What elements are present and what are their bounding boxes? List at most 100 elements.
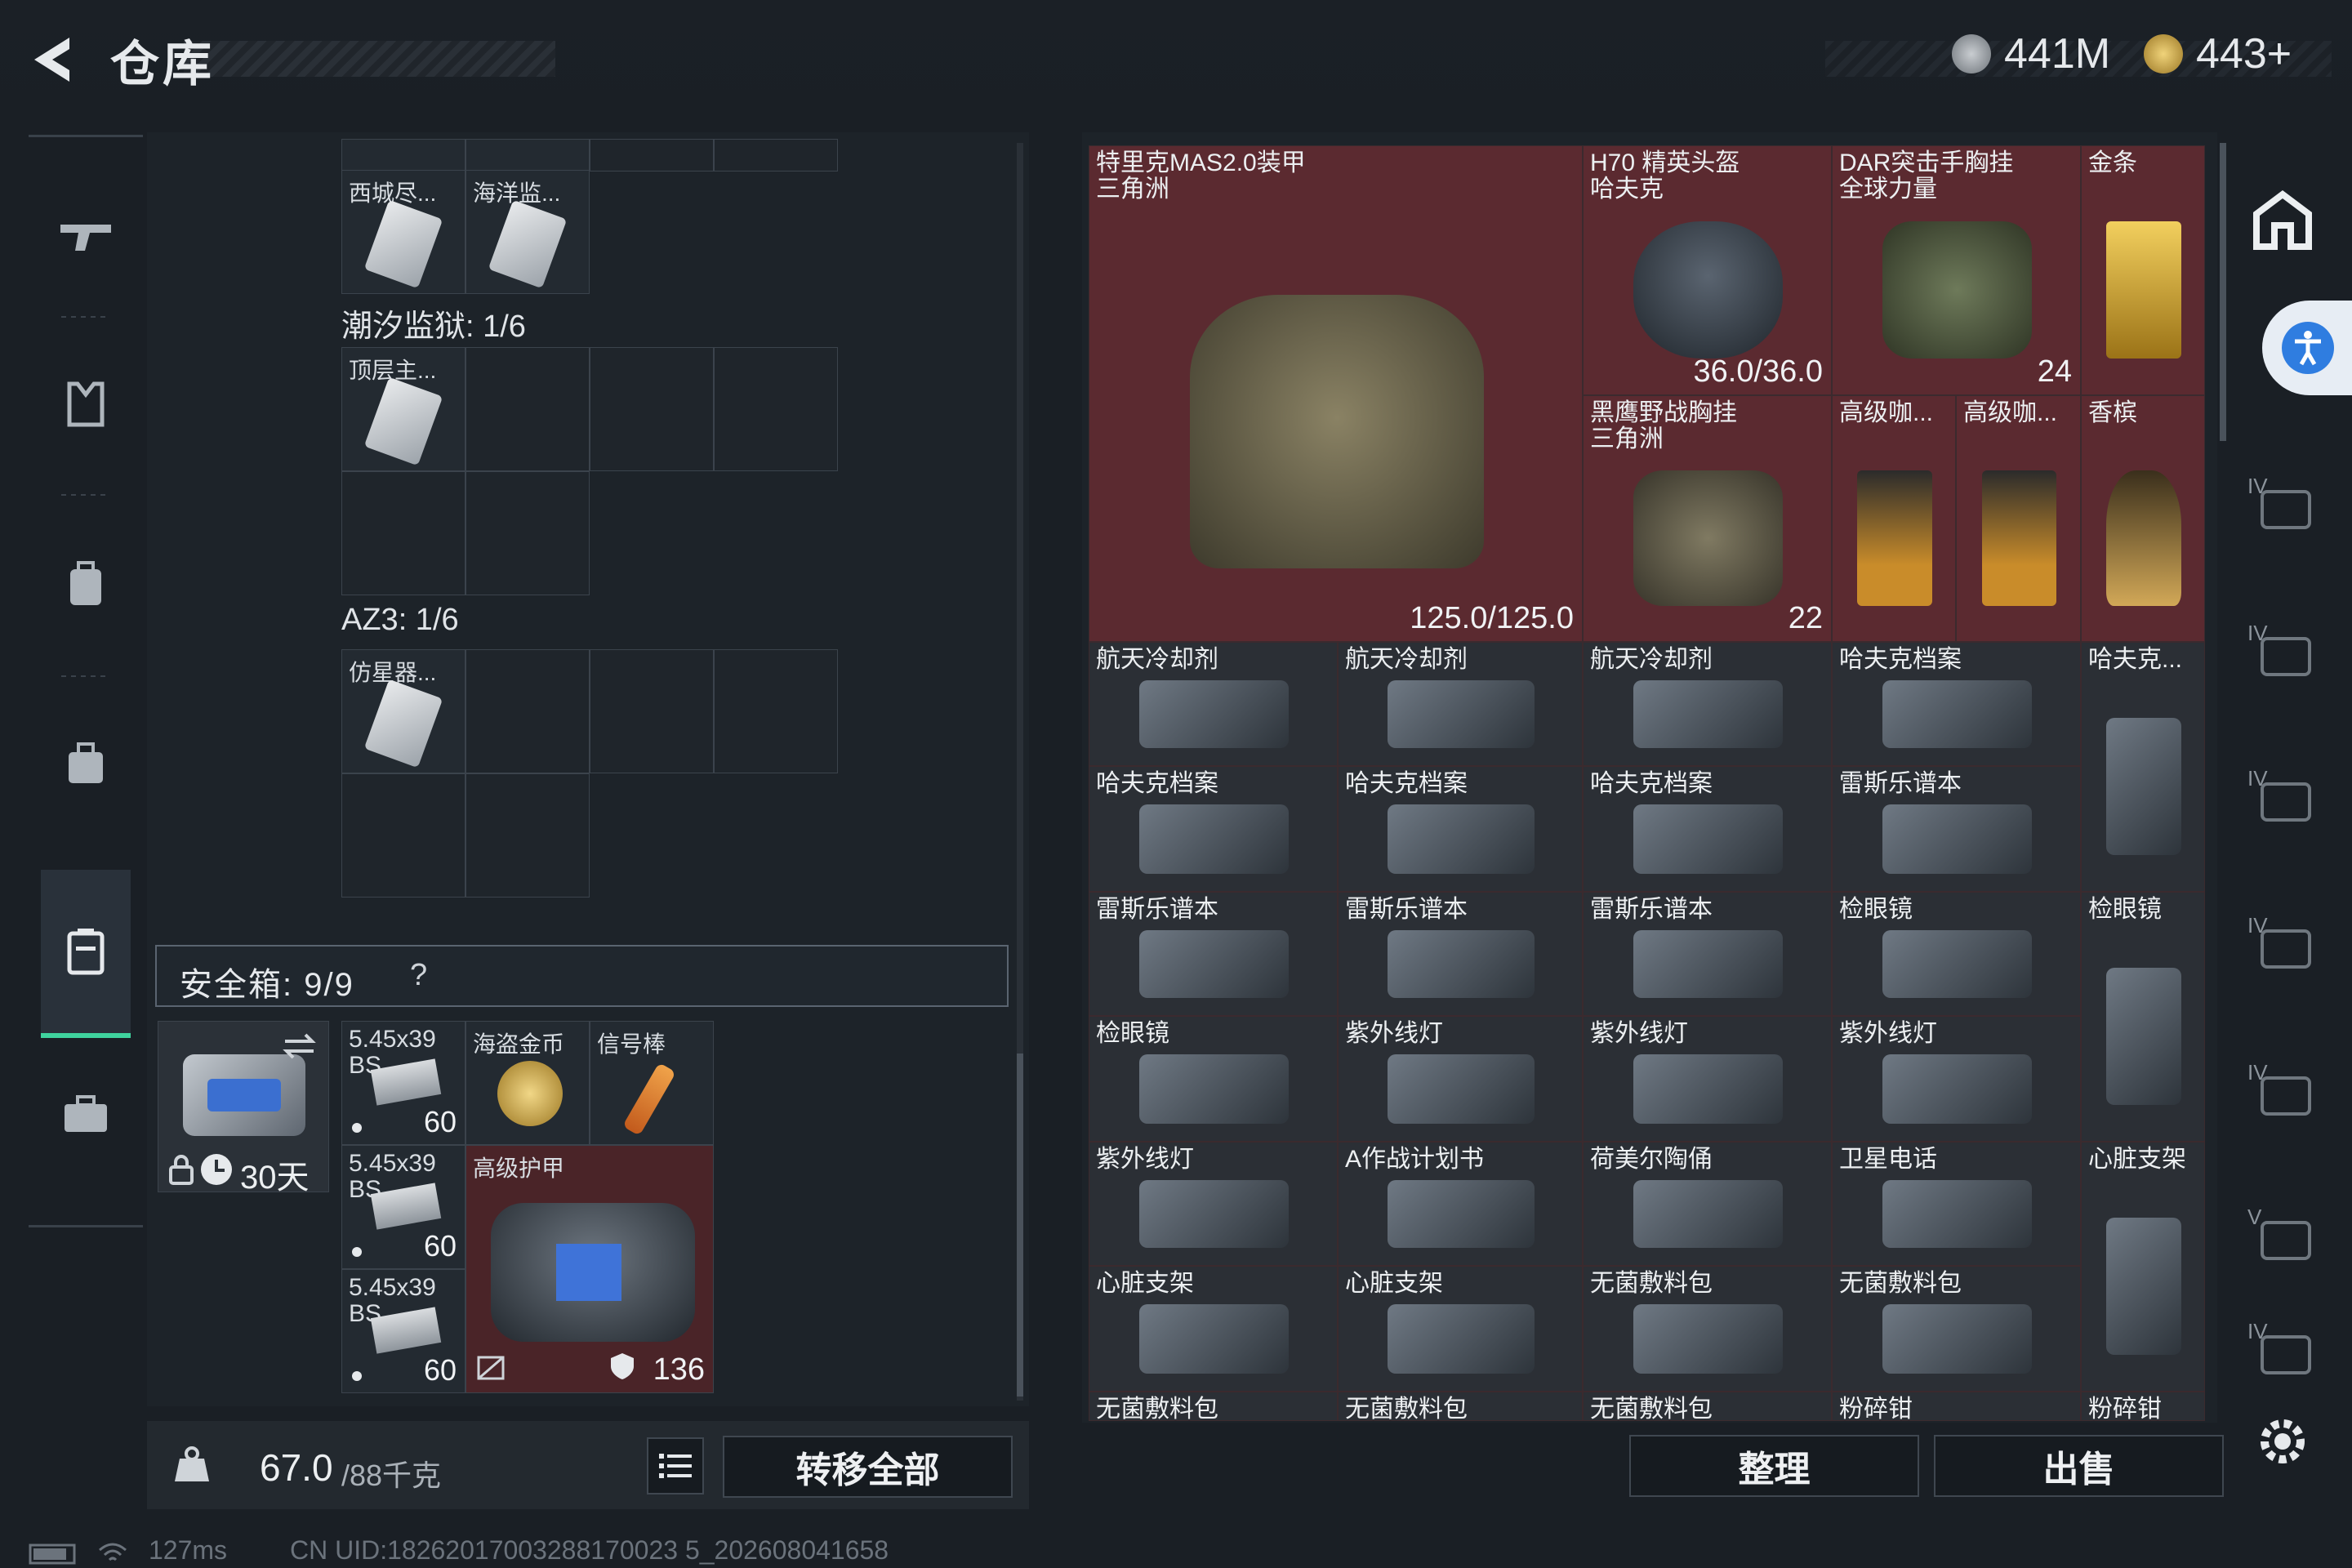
item-ammo[interactable]: 5.45x39 BS 60 xyxy=(341,1269,466,1393)
stash-item[interactable]: 检眼镜 xyxy=(2081,892,2205,1142)
grid-cell[interactable] xyxy=(590,649,714,773)
item-armor-bag[interactable]: 高级护甲 136 xyxy=(466,1145,714,1393)
stash-item[interactable]: 荷美尔陶俑 xyxy=(1583,1142,1832,1266)
stash-item[interactable]: 心脏支架 xyxy=(1338,1266,1583,1392)
stash-tab-tier[interactable]: IV xyxy=(2238,897,2328,995)
item-keycard[interactable]: 顶层主... xyxy=(341,347,466,471)
grid-cell[interactable] xyxy=(714,649,838,773)
stash-item[interactable]: 哈夫克档案 xyxy=(1583,766,1832,892)
stash-item[interactable]: 心脏支架 xyxy=(2081,1142,2205,1392)
shield-icon xyxy=(611,1353,634,1379)
stash-item[interactable]: 紫外线灯 xyxy=(1832,1016,2081,1142)
stash-item[interactable]: 卫星电话 xyxy=(1832,1142,2081,1266)
sidebar-item-bag[interactable] xyxy=(29,690,143,837)
container-scrollbar-thumb[interactable] xyxy=(1017,1054,1023,1396)
grid-cell[interactable] xyxy=(341,471,466,595)
stash-item[interactable]: 航天冷却剂 xyxy=(1089,642,1338,766)
sidebar-item-armor[interactable] xyxy=(29,335,143,474)
safebox-container[interactable]: 30天 xyxy=(158,1021,329,1192)
dot-icon xyxy=(352,1247,362,1257)
item-ammo[interactable]: 5.45x39 BS 60 xyxy=(341,1145,466,1269)
grid-cell[interactable] xyxy=(466,471,590,595)
stash-item[interactable]: 心脏支架 xyxy=(1089,1266,1338,1392)
grid-cell[interactable] xyxy=(714,347,838,471)
stash-item-label: 无菌敷料包 xyxy=(1590,1270,1713,1297)
stash-item[interactable]: 雷斯乐谱本 xyxy=(1089,892,1338,1016)
stash-item[interactable]: 航天冷却剂 xyxy=(1583,642,1832,766)
item-keycard[interactable]: 西城尽... xyxy=(341,170,466,294)
stash-item[interactable]: DAR突击手胸挂 全球力量 24 xyxy=(1832,145,2081,395)
stash-item[interactable]: 无菌敷料包 xyxy=(1089,1392,1338,1421)
stash-item[interactable]: 紫外线灯 xyxy=(1089,1142,1338,1266)
stash-item-value: 125.0/125.0 xyxy=(1410,601,1574,635)
item-ammo[interactable]: 5.45x39 BS 60 xyxy=(341,1021,466,1145)
grid-cell[interactable] xyxy=(466,139,590,172)
grid-cell[interactable] xyxy=(341,773,466,898)
stash-item[interactable]: 特里克MAS2.0装甲 三角洲 125.0/125.0 xyxy=(1089,145,1583,642)
stash-item[interactable]: 粉碎钳 xyxy=(2081,1392,2205,1421)
stash-item[interactable]: 紫外线灯 xyxy=(1338,1016,1583,1142)
stash-item[interactable]: 高级咖... xyxy=(1832,395,1956,642)
stash-tab-tier[interactable]: IV xyxy=(2238,750,2328,848)
stash-item[interactable]: 检眼镜 xyxy=(1832,892,2081,1016)
sidebar-separator xyxy=(61,494,110,496)
stash-item[interactable]: 香槟 xyxy=(2081,395,2205,642)
stash-item-sublabel: 三角洲 xyxy=(1590,425,1664,452)
grid-cell[interactable] xyxy=(714,139,838,172)
stash-item[interactable]: 无菌敷料包 xyxy=(1583,1392,1832,1421)
item-pirate-coin[interactable]: 海盗金币 xyxy=(466,1021,590,1145)
stash-tab-tier[interactable]: V xyxy=(2238,1188,2328,1286)
back-arrow-icon[interactable] xyxy=(24,31,82,88)
grid-cell[interactable] xyxy=(590,139,714,172)
stash-item[interactable]: 雷斯乐谱本 xyxy=(1583,892,1832,1016)
stash-item[interactable]: 雷斯乐谱本 xyxy=(1338,892,1583,1016)
grid-cell[interactable] xyxy=(590,347,714,471)
sidebar-item-briefcase[interactable] xyxy=(29,1041,143,1188)
help-icon[interactable]: ? xyxy=(410,958,427,993)
stash-tab-tier[interactable]: IV xyxy=(2238,604,2328,702)
stash-item[interactable]: 哈夫克档案 xyxy=(1089,766,1338,892)
item-flare[interactable]: 信号棒 xyxy=(590,1021,714,1145)
stash-item[interactable]: 金条 xyxy=(2081,145,2205,395)
stash-tab-home[interactable] xyxy=(2238,172,2328,270)
item-keycard[interactable]: 海洋监... xyxy=(466,170,590,294)
stash-scrollbar[interactable] xyxy=(2220,143,2226,441)
sidebar-item-backpack[interactable] xyxy=(29,510,143,657)
settings-button[interactable] xyxy=(2238,1392,2328,1490)
stash-item-label: 黑鹰野战胸挂 xyxy=(1590,399,1737,426)
stash-item[interactable]: 哈夫克档案 xyxy=(1338,766,1583,892)
stash-tab-tier[interactable]: IV xyxy=(2238,457,2328,555)
stash-item[interactable]: A作战计划书 xyxy=(1338,1142,1583,1266)
stash-item[interactable]: 无菌敷料包 xyxy=(1583,1266,1832,1392)
grid-cell[interactable] xyxy=(466,347,590,471)
dot-icon xyxy=(352,1371,362,1381)
stash-item[interactable]: 无菌敷料包 xyxy=(1832,1266,2081,1392)
organize-button[interactable]: 整理 xyxy=(1629,1435,1919,1497)
stash-item[interactable]: 紫外线灯 xyxy=(1583,1016,1832,1142)
stash-item[interactable]: 无菌敷料包 xyxy=(1338,1392,1583,1421)
grid-cell[interactable] xyxy=(466,649,590,773)
armor-value: 136 xyxy=(653,1352,705,1387)
sidebar-item-safebox[interactable] xyxy=(41,870,131,1038)
sell-button[interactable]: 出售 xyxy=(1934,1435,2224,1497)
transfer-all-button[interactable]: 转移全部 xyxy=(723,1436,1013,1498)
stash-tab-tier[interactable]: IV xyxy=(2238,1303,2328,1401)
swap-icon[interactable] xyxy=(281,1030,318,1062)
stash-item[interactable]: 哈夫克档案 xyxy=(1832,642,2081,766)
stash-item[interactable]: 高级咖... xyxy=(1956,395,2081,642)
stash-tab-tier[interactable]: IV xyxy=(2238,1044,2328,1142)
sidebar-item-weapons[interactable] xyxy=(29,159,143,314)
list-view-button[interactable] xyxy=(647,1437,704,1494)
item-keycard[interactable]: 仿星器... xyxy=(341,649,466,773)
grid-cell[interactable] xyxy=(341,139,466,172)
stash-item[interactable]: 粉碎钳 xyxy=(1832,1392,2081,1421)
stash-item[interactable]: 黑鹰野战胸挂 三角洲 22 xyxy=(1583,395,1832,642)
stash-item[interactable]: 雷斯乐谱本 xyxy=(1832,766,2081,892)
stash-item[interactable]: 哈夫克... xyxy=(2081,642,2205,892)
stash-item[interactable]: 航天冷却剂 xyxy=(1338,642,1583,766)
stash-item[interactable]: H70 精英头盔 哈夫克 36.0/36.0 xyxy=(1583,145,1832,395)
stash-item[interactable]: 检眼镜 xyxy=(1089,1016,1338,1142)
tier-label: V xyxy=(2247,1205,2262,1229)
grid-cell[interactable] xyxy=(466,773,590,898)
accessibility-button[interactable] xyxy=(2262,301,2352,395)
